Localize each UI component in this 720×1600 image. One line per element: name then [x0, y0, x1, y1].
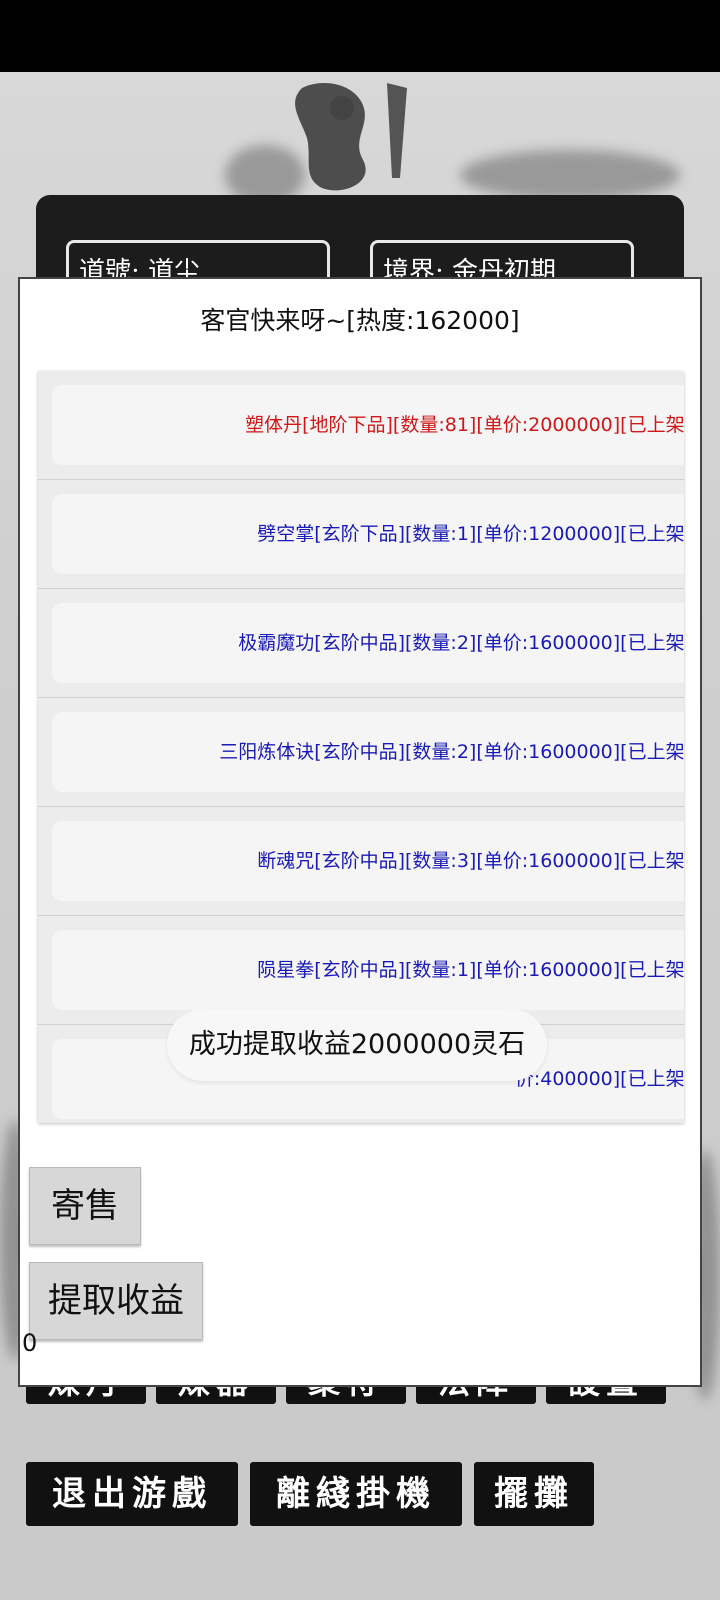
- item-text: 三阳炼体诀[玄阶中品][数量:2][单价:1600000][已上架]: [52, 712, 684, 792]
- item-text: 塑体丹[地阶下品][数量:81][单价:2000000][已上架]: [52, 385, 684, 465]
- menu-offline-idle-button[interactable]: 離綫掛機: [250, 1462, 462, 1526]
- menu-exit-game-button[interactable]: 退出游戲: [26, 1462, 238, 1526]
- consign-button[interactable]: 寄售: [29, 1167, 141, 1245]
- list-item[interactable]: 塑体丹[地阶下品][数量:81][单价:2000000][已上架]: [38, 371, 684, 480]
- item-text: 劈空掌[玄阶下品][数量:1][单价:1200000][已上架]: [52, 494, 684, 574]
- status-bar: [0, 0, 720, 72]
- item-text: 极霸魔功[玄阶中品][数量:2][单价:1600000][已上架]: [52, 603, 684, 683]
- ink-warrior-icon: [295, 83, 407, 191]
- item-text: 陨星拳[玄阶中品][数量:1][单价:1600000][已上架]: [52, 930, 684, 1010]
- list-item[interactable]: 三阳炼体诀[玄阶中品][数量:2][单价:1600000][已上架]: [38, 698, 684, 807]
- list-item[interactable]: 断魂咒[玄阶中品][数量:3][单价:1600000][已上架]: [38, 807, 684, 916]
- menu-stall-button[interactable]: 擺攤: [474, 1462, 594, 1526]
- ink-splash: [460, 150, 680, 200]
- dialog-title: 客官快来呀~[热度:162000]: [200, 306, 520, 335]
- list-item[interactable]: 极霸魔功[玄阶中品][数量:2][单价:1600000][已上架]: [38, 589, 684, 698]
- counter-text: 0: [22, 1329, 38, 1357]
- item-text: 断魂咒[玄阶中品][数量:3][单价:1600000][已上架]: [52, 821, 684, 901]
- toast-message: 成功提取收益2000000灵石: [167, 1009, 547, 1081]
- list-item[interactable]: 劈空掌[玄阶下品][数量:1][单价:1200000][已上架]: [38, 480, 684, 589]
- stall-dialog: 客官快来呀~[热度:162000] 塑体丹[地阶下品][数量:81][单价:20…: [18, 277, 702, 1387]
- withdraw-earnings-button[interactable]: 提取收益: [29, 1262, 203, 1340]
